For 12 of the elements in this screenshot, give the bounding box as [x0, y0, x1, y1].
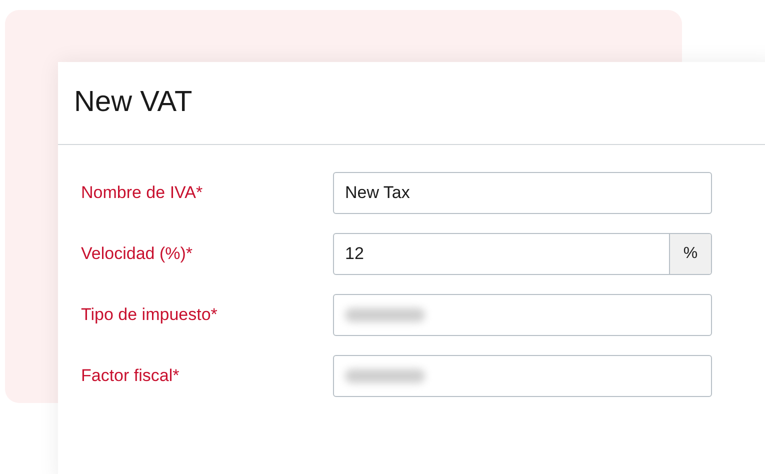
- input-field[interactable]: 12 %: [333, 233, 712, 275]
- field-label: Velocidad (%)*: [80, 243, 194, 266]
- input-field[interactable]: [333, 294, 712, 336]
- input-field[interactable]: [333, 355, 712, 397]
- input-field[interactable]: New Tax: [333, 172, 712, 214]
- field-label: Factor fiscal*: [80, 365, 180, 388]
- field-value: 12: [345, 243, 364, 266]
- field-label: Nombre de IVA*: [80, 182, 204, 204]
- percent-addon: %: [669, 234, 711, 274]
- field-label: Tipo de impuesto*: [80, 304, 218, 326]
- dialog-title: New VAT: [74, 85, 192, 120]
- field-value: New Tax: [345, 182, 410, 204]
